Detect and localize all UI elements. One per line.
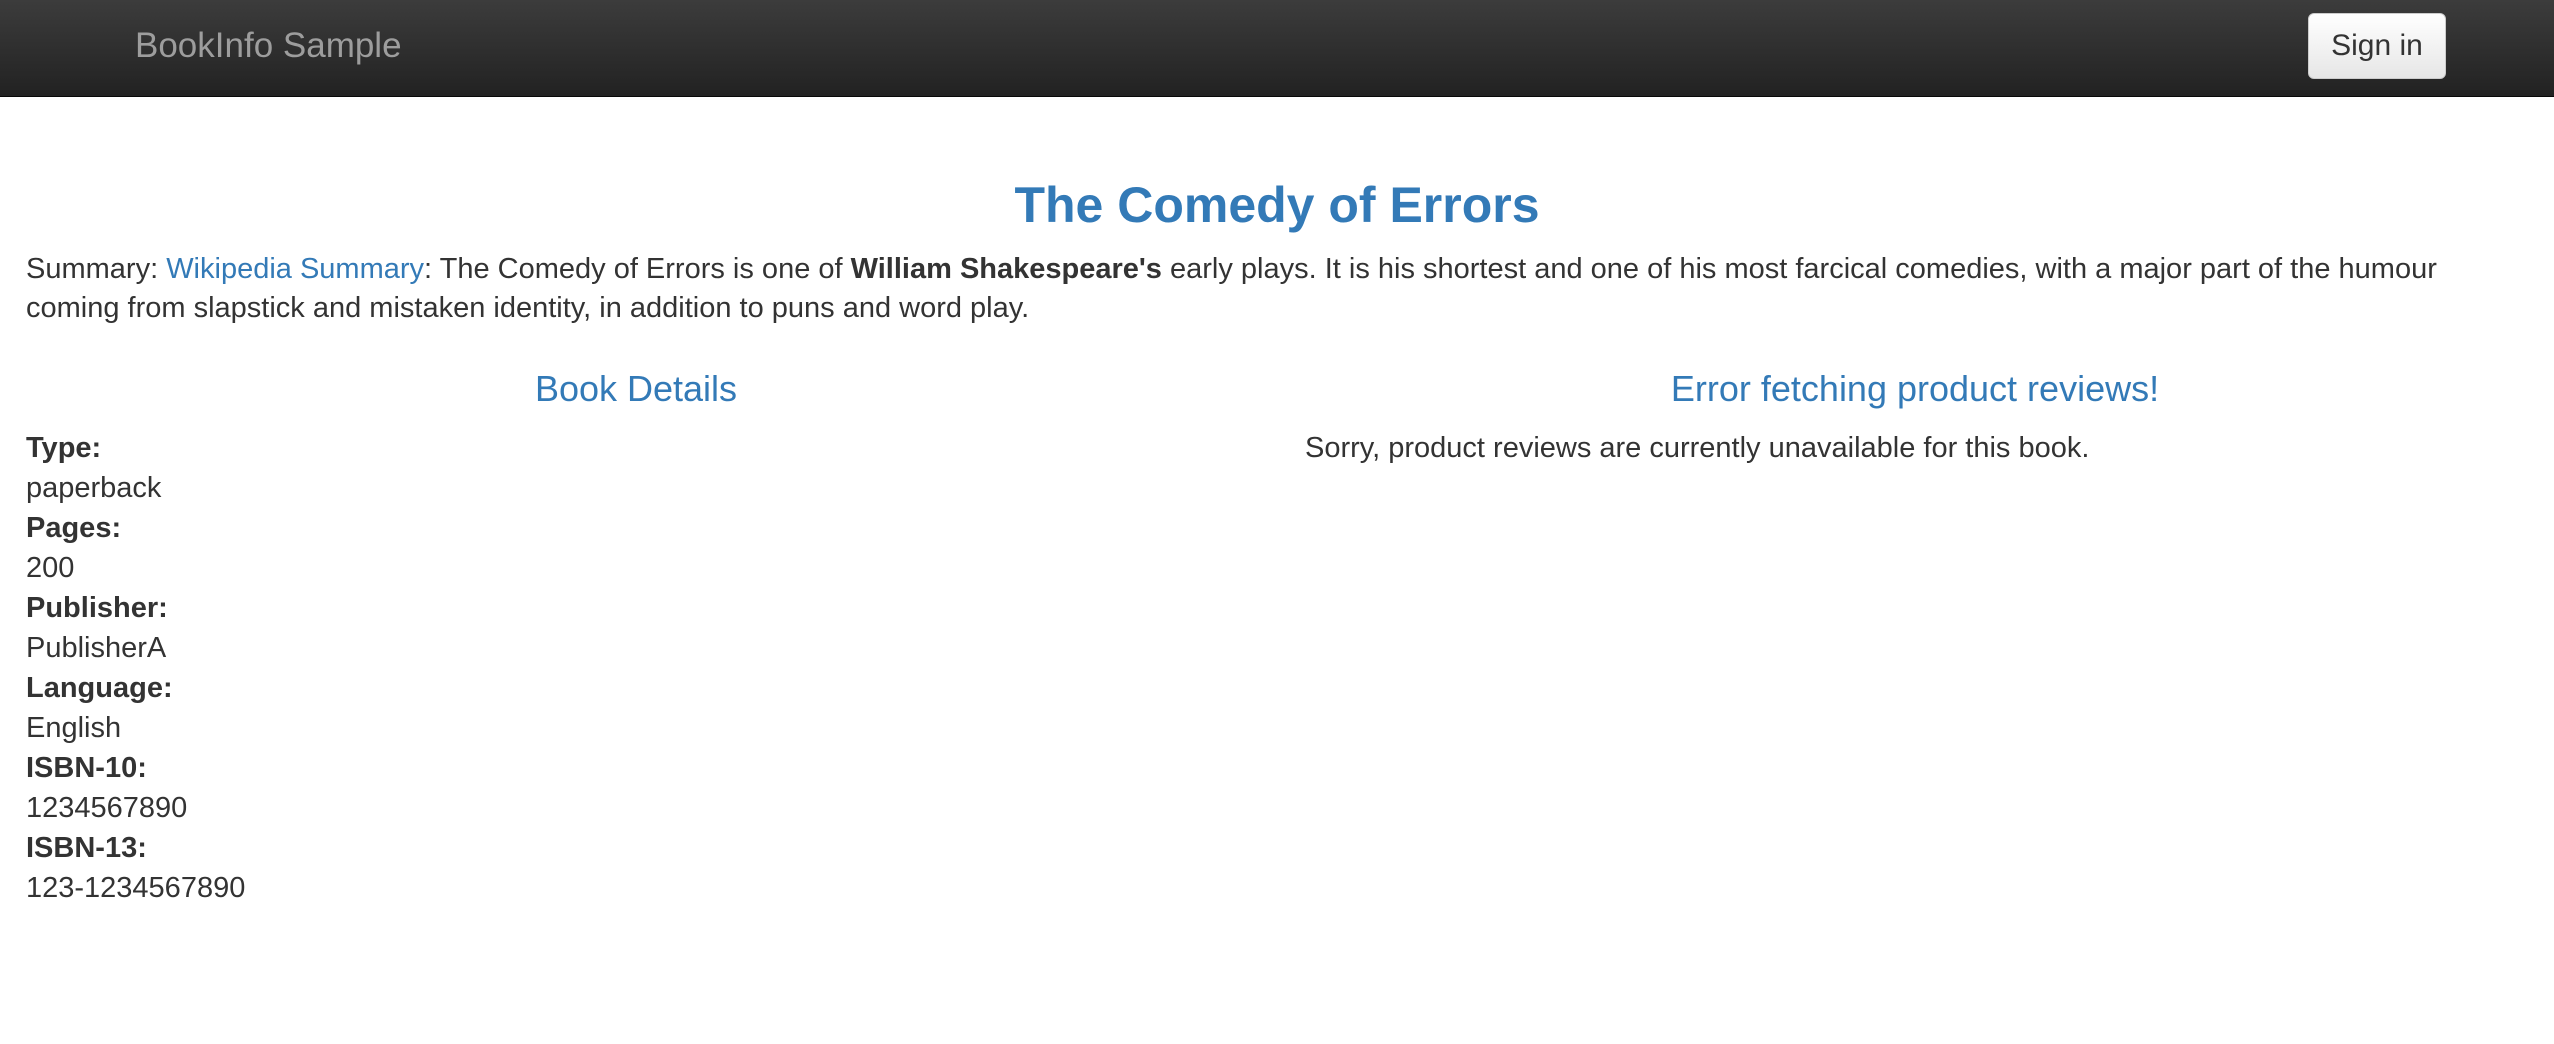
- brand-link[interactable]: BookInfo Sample: [135, 24, 402, 68]
- detail-value-pages: 200: [26, 552, 75, 584]
- detail-label-publisher: Publisher:: [26, 592, 168, 624]
- reviews-error-message: Sorry, product reviews are currently una…: [1305, 432, 2090, 464]
- book-details-list: Type: paperback Pages: 200 Publisher: Pu…: [26, 428, 245, 908]
- summary-prefix: Summary:: [26, 253, 167, 285]
- detail-label-isbn10: ISBN-10:: [26, 752, 147, 784]
- detail-label-language: Language:: [26, 672, 173, 704]
- detail-value-isbn13: 123-1234567890: [26, 872, 246, 904]
- detail-label-pages: Pages:: [26, 512, 122, 544]
- sign-in-button[interactable]: Sign in: [2308, 13, 2446, 79]
- wikipedia-summary-link[interactable]: Wikipedia Summary: [166, 253, 424, 285]
- detail-label-type: Type:: [26, 432, 102, 464]
- reviews-error-heading: Error fetching product reviews!: [1670, 368, 2160, 409]
- book-details-heading: Book Details: [534, 368, 738, 409]
- detail-value-isbn10: 1234567890: [26, 792, 188, 824]
- summary-author: William Shakespeare's: [850, 253, 1162, 285]
- detail-value-type: paperback: [26, 472, 162, 504]
- top-navbar: BookInfo Sample Sign in: [0, 0, 2554, 97]
- book-summary: Summary: Wikipedia Summary: The Comedy o…: [26, 250, 2526, 328]
- detail-value-language: English: [26, 712, 122, 744]
- detail-label-isbn13: ISBN-13:: [26, 832, 147, 864]
- detail-value-publisher: PublisherA: [26, 632, 167, 664]
- book-title: The Comedy of Errors: [1014, 177, 1540, 233]
- summary-text-1: : The Comedy of Errors is one of: [424, 253, 851, 285]
